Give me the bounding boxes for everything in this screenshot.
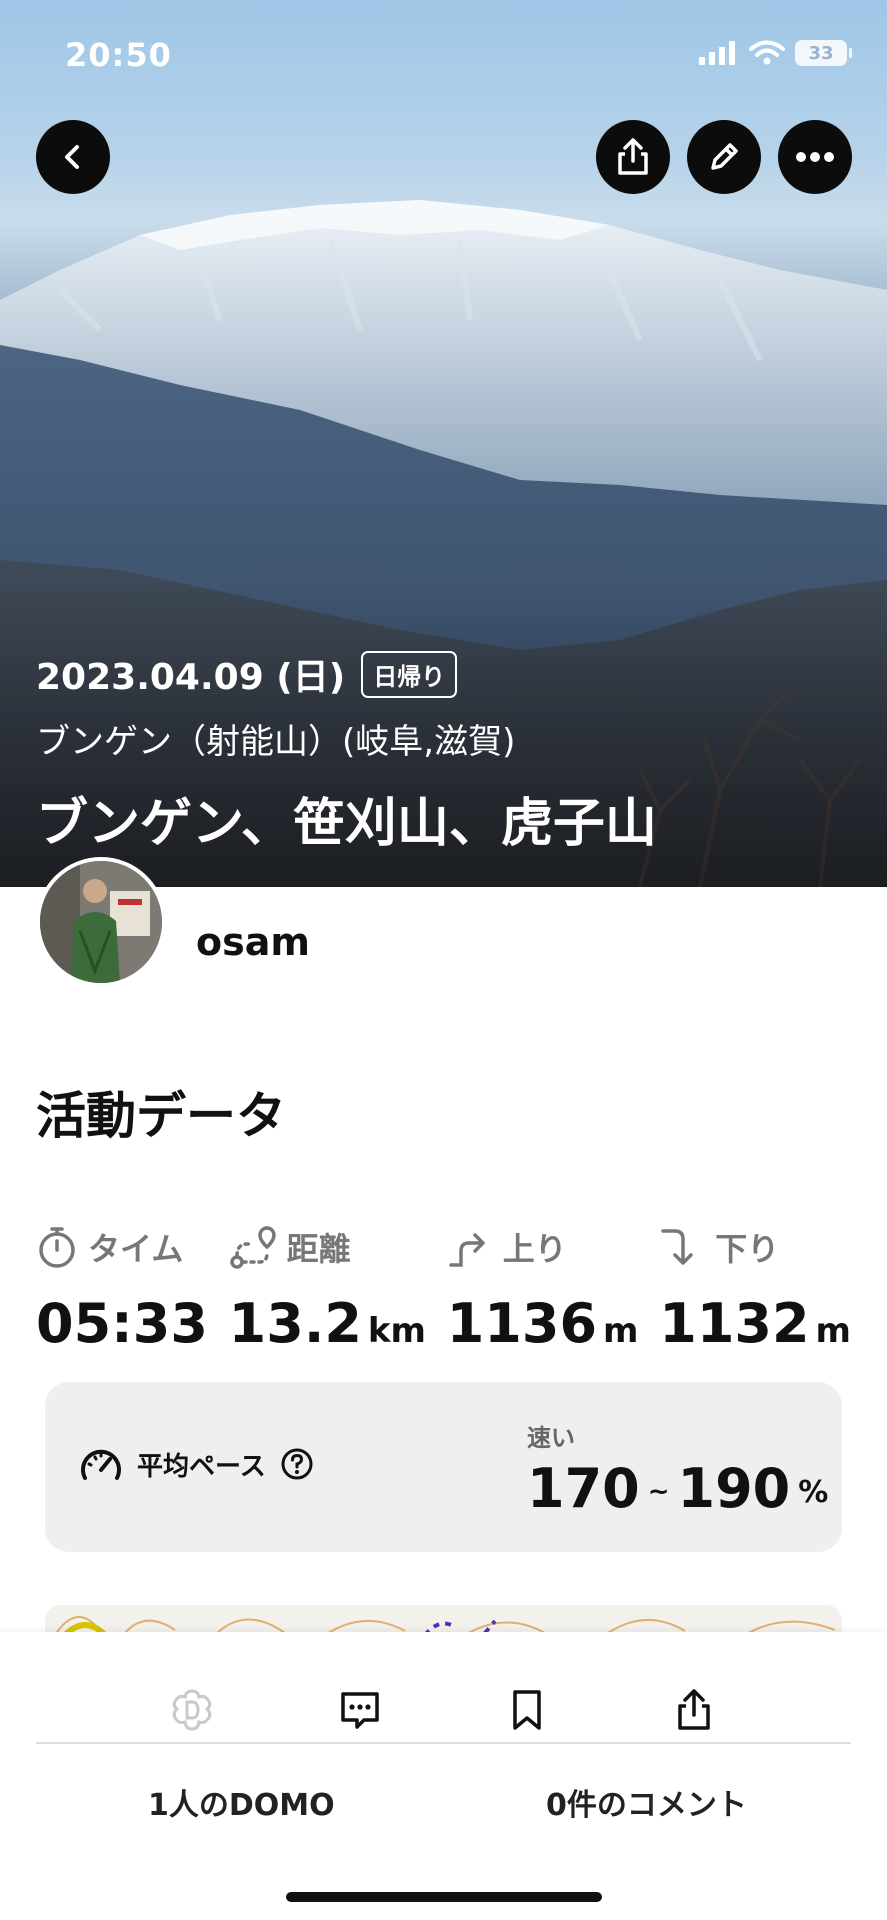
stopwatch-icon <box>39 1227 75 1268</box>
pace-max: 190 <box>677 1457 791 1520</box>
pace-values-block: 速い 170 ~190% <box>527 1418 828 1520</box>
route-icon <box>229 1226 276 1269</box>
stat-ascent-number: 1136 <box>446 1292 598 1355</box>
stat-distance-label-row: 距離 <box>229 1222 351 1272</box>
status-time: 20:50 <box>65 36 172 74</box>
stat-ascent-label-row: 上り <box>447 1222 567 1272</box>
more-button[interactable] <box>778 120 852 194</box>
stat-descent-value: 1132 m <box>659 1292 851 1355</box>
back-button[interactable] <box>36 120 110 194</box>
comment-count-link[interactable]: 0件のコメント <box>546 1780 747 1824</box>
user-photo <box>40 861 162 983</box>
bookmark-button[interactable] <box>487 1670 567 1750</box>
cellular-signal-icon <box>699 41 735 65</box>
stat-descent-number: 1132 <box>659 1292 810 1355</box>
activity-stats: タイム 05:33 距離 13.2 km 上り 1136 m 下り 1132 m <box>36 1222 851 1355</box>
comment-icon <box>341 1692 379 1729</box>
share-icon <box>618 138 648 175</box>
stat-distance-number: 13.2 <box>228 1292 362 1355</box>
share-activity-button[interactable] <box>654 1670 734 1750</box>
pace-card: 平均ペース 速い 170 ~190% <box>45 1382 842 1552</box>
stat-distance-label: 距離 <box>286 1230 351 1268</box>
pace-range: 170 ~190% <box>527 1457 828 1520</box>
activity-title: ブンゲン、笹刈山、虎子山 <box>36 794 657 854</box>
username[interactable]: osam <box>196 920 310 964</box>
domo-count-link[interactable]: 1人のDOMO <box>148 1780 335 1824</box>
stat-time-number: 05:33 <box>36 1292 208 1355</box>
bookmark-icon <box>513 1690 541 1730</box>
edit-button[interactable] <box>687 120 761 194</box>
share-icon <box>678 1689 710 1730</box>
pace-label-row: 平均ペース <box>79 1444 314 1484</box>
bottom-divider <box>36 1742 851 1744</box>
mountain-area[interactable]: ブンゲン（射能山）(岐阜,滋賀) <box>36 714 657 763</box>
battery-indicator: 33 <box>795 40 852 66</box>
stat-time-label: タイム <box>88 1230 184 1268</box>
help-icon[interactable] <box>280 1447 314 1481</box>
stat-distance: 距離 13.2 km <box>229 1222 426 1355</box>
more-icon <box>796 152 834 162</box>
stat-descent-label: 下り <box>715 1230 780 1268</box>
stat-ascent: 上り 1136 m <box>447 1222 639 1355</box>
speedometer-icon <box>81 1449 121 1480</box>
stat-descent-label-row: 下り <box>659 1222 779 1272</box>
stat-descent: 下り 1132 m <box>659 1222 851 1355</box>
comment-button[interactable] <box>320 1670 400 1750</box>
stat-time: タイム 05:33 <box>36 1222 208 1355</box>
pencil-icon <box>711 143 738 170</box>
pace-label: 平均ペース <box>137 1451 266 1482</box>
back-icon <box>65 145 79 169</box>
domo-button[interactable] <box>152 1670 232 1750</box>
stat-ascent-label: 上り <box>502 1230 567 1268</box>
ascent-icon <box>448 1233 485 1267</box>
stat-ascent-unit: m <box>603 1311 639 1351</box>
bottom-action-bar: 1人のDOMO 0件のコメント <box>0 1632 887 1920</box>
section-title-activity: 活動データ <box>36 1087 286 1145</box>
daytrip-badge: 日帰り <box>361 650 458 698</box>
stat-time-label-row: タイム <box>36 1222 183 1272</box>
stat-distance-value: 13.2 km <box>229 1292 426 1355</box>
pace-min: 170 <box>527 1457 640 1520</box>
pace-separator: ~ <box>647 1477 670 1508</box>
date-row: 2023.04.09 (日) 日帰り <box>36 648 657 700</box>
hero-photo: 20:50 33 2023.04.09 (日) 日帰り ブンゲン（射能山）(岐阜… <box>0 0 887 887</box>
bottom-icon-row <box>0 1670 887 1750</box>
share-button[interactable] <box>596 120 670 194</box>
stat-ascent-value: 1136 m <box>447 1292 639 1355</box>
stat-distance-unit: km <box>367 1311 426 1351</box>
status-icons: 33 <box>699 40 852 66</box>
route-map-preview[interactable] <box>45 1605 842 1635</box>
wifi-icon <box>749 40 785 65</box>
stat-descent-unit: m <box>815 1311 851 1351</box>
map-thumbnail <box>54 1616 836 1635</box>
hero-text: 2023.04.09 (日) 日帰り ブンゲン（射能山）(岐阜,滋賀) ブンゲン… <box>36 648 657 856</box>
domo-flower-icon <box>172 1689 212 1731</box>
descent-icon <box>661 1229 693 1265</box>
avatar[interactable] <box>36 857 166 987</box>
home-indicator <box>286 1892 602 1902</box>
stat-time-value: 05:33 <box>36 1292 208 1355</box>
pace-speed-label: 速い <box>527 1424 575 1452</box>
activity-date: 2023.04.09 (日) <box>36 657 346 698</box>
pace-unit: % <box>798 1474 829 1510</box>
